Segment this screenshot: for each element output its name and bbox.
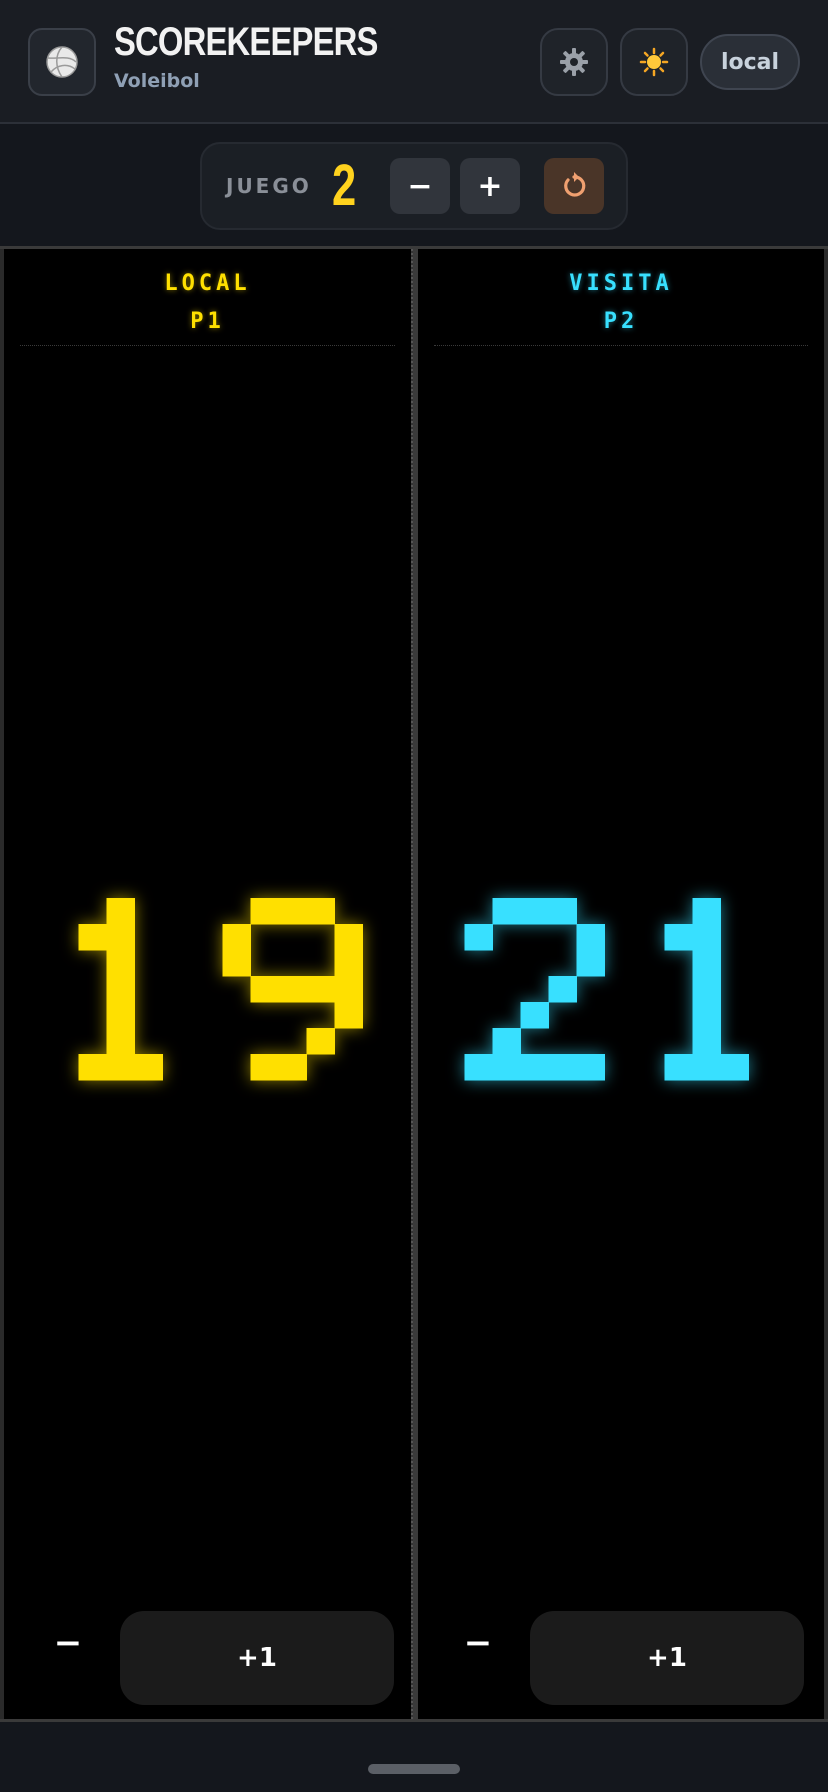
score-pixel (106, 950, 135, 977)
score-pixel (106, 1002, 135, 1029)
game-increment-button[interactable]: + (460, 158, 520, 214)
app-title: SCOREKEEPERS (114, 20, 378, 64)
score-pixel (520, 898, 549, 925)
score-pixel (334, 924, 363, 951)
app-header: SCOREKEEPERS Voleibol local (0, 0, 828, 124)
score-pixel (306, 1028, 335, 1055)
game-decrement-button[interactable]: − (390, 158, 450, 214)
score-pixel (106, 1054, 135, 1081)
mode-button[interactable]: local (700, 34, 800, 90)
score-pixel (464, 1054, 493, 1081)
score-pixel (576, 1054, 605, 1081)
settings-button[interactable] (540, 28, 608, 96)
game-counter: JUEGO 2 − + (200, 142, 628, 230)
increment-visita-button[interactable]: +1 (530, 1611, 804, 1705)
score-pixel (692, 924, 721, 951)
player-name-local: P1 (190, 309, 225, 334)
score-pixel (576, 950, 605, 977)
game-number: 2 (332, 153, 357, 218)
score-pixel (78, 1054, 107, 1081)
score-pixel (334, 950, 363, 977)
score-pixel (692, 1054, 721, 1081)
score-visita[interactable] (418, 889, 823, 1089)
score-pixel (306, 976, 335, 1003)
score-pixel (692, 976, 721, 1003)
theme-toggle-button[interactable] (620, 28, 688, 96)
volleyball-icon (46, 46, 78, 78)
score-pixel (106, 1028, 135, 1055)
score-pixel (250, 1054, 279, 1081)
score-pixel (134, 1054, 163, 1081)
score-pixel (492, 1054, 521, 1081)
score-pixel (106, 924, 135, 951)
score-pixel (664, 1054, 693, 1081)
score-local[interactable] (4, 889, 409, 1089)
score-pixel (278, 898, 307, 925)
divider (20, 345, 395, 346)
score-pixel (692, 950, 721, 977)
team-panel-local: LOCAL P1 − +1 (0, 249, 413, 1719)
score-pixel (78, 924, 107, 951)
score-pixel (692, 1028, 721, 1055)
score-pixel (278, 1054, 307, 1081)
score-pixel (548, 976, 577, 1003)
sun-icon (639, 47, 669, 77)
score-pixel (222, 950, 251, 977)
score-pixel (306, 898, 335, 925)
score-pixel (106, 898, 135, 925)
reset-button[interactable] (544, 158, 604, 214)
score-pixel (692, 898, 721, 925)
home-indicator (368, 1764, 460, 1774)
score-pixel (492, 898, 521, 925)
reset-icon (564, 172, 586, 197)
score-pixel (106, 976, 135, 1003)
score-pixel (520, 1054, 549, 1081)
score-pixel (278, 976, 307, 1003)
score-pixel (548, 898, 577, 925)
gear-icon (560, 48, 588, 76)
score-pixel (250, 976, 279, 1003)
score-pixel (250, 898, 279, 925)
score-pixel (222, 924, 251, 951)
player-name-visita: P2 (603, 309, 639, 334)
scoreboard: LOCAL P1 − +1 VISITA P2 − +1 (0, 246, 828, 1722)
score-pixel (548, 1054, 577, 1081)
score-pixel (492, 1028, 521, 1055)
game-label: JUEGO (226, 174, 312, 198)
logo-button[interactable] (28, 28, 96, 96)
score-pixel (464, 924, 493, 951)
team-name-local: LOCAL (164, 271, 251, 296)
score-pixel (334, 976, 363, 1003)
score-pixel (334, 1002, 363, 1029)
team-panel-visita: VISITA P2 − +1 (413, 249, 828, 1719)
sport-subtitle: Voleibol (114, 70, 200, 92)
score-pixel (692, 1002, 721, 1029)
team-name-visita: VISITA (569, 271, 673, 296)
score-pixel (576, 924, 605, 951)
divider (434, 345, 808, 346)
score-pixel (664, 924, 693, 951)
decrement-visita-button[interactable]: − (458, 1623, 498, 1663)
score-pixel (720, 1054, 749, 1081)
decrement-local-button[interactable]: − (48, 1623, 88, 1663)
increment-local-button[interactable]: +1 (120, 1611, 394, 1705)
score-pixel (520, 1002, 549, 1029)
